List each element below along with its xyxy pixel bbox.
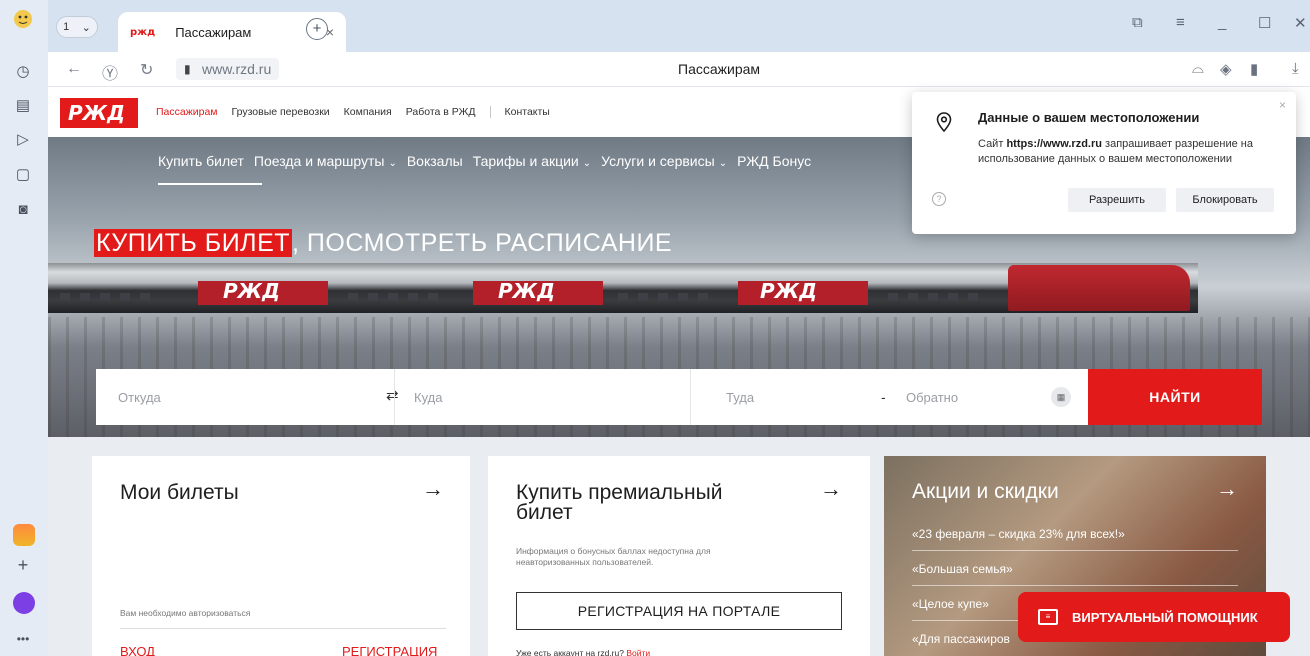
url-field[interactable]: ▮ www.rzd.ru (176, 58, 280, 80)
tab-title: Пассажирам (175, 24, 252, 40)
chevron-down-icon: ⌄ (582, 158, 592, 169)
rzd-favicon-icon: ржд (130, 26, 156, 38)
popup-title: Данные о вашем местоположении (978, 110, 1200, 125)
tab-count-button[interactable]: 1 ⌄ (56, 16, 98, 38)
location-pin-icon (936, 112, 952, 132)
from-input[interactable]: Откуда (118, 390, 161, 405)
find-button[interactable]: НАЙТИ (1088, 369, 1262, 425)
location-icon[interactable]: ◈ (1220, 60, 1232, 78)
menu-bonus[interactable]: РЖД Бонус (737, 153, 811, 169)
hero-menu: Купить билет Поезда и маршруты ⌄ Вокзалы … (158, 153, 811, 185)
calendar-icon[interactable]: ▦ (1051, 387, 1071, 407)
nav-divider (489, 106, 491, 118)
auth-required-text: Вам необходимо авторизоваться (120, 608, 251, 618)
departure-date-input[interactable]: Туда (726, 390, 754, 405)
my-tickets-title: Мои билеты (120, 481, 239, 504)
active-menu-underline (158, 183, 262, 185)
date-dash: - (881, 389, 886, 405)
swap-stations-icon[interactable]: ⇄ (386, 386, 399, 404)
my-tickets-card: Мои билеты → Вам необходимо авторизовать… (92, 456, 470, 656)
have-account-text: Уже есть аккаунт на rzd.ru? Войти (516, 648, 651, 656)
menu-stations[interactable]: Вокзалы (407, 153, 463, 169)
nav-contacts[interactable]: Контакты (505, 106, 550, 118)
tab-counter-icon[interactable]: ▢ (12, 163, 34, 185)
address-bar: ← Ⓨ ↻ ▮ www.rzd.ru Пассажирам ⌓ ◈ ▮ ⤓ (48, 52, 1310, 87)
register-portal-button[interactable]: РЕГИСТРАЦИЯ НА ПОРТАЛЕ (516, 592, 842, 630)
virtual-assistant-button[interactable]: ≡ ВИРТУАЛЬНЫЙ ПОМОЩНИК (1018, 592, 1290, 642)
alice-icon[interactable] (13, 592, 35, 614)
history-icon[interactable]: ◷ (12, 60, 34, 82)
login-inline-link[interactable]: Войти (626, 648, 650, 656)
locomotive-image (1008, 265, 1190, 311)
nav-freight[interactable]: Грузовые перевозки (232, 106, 330, 118)
incognito-icon[interactable]: ⌓ (1192, 60, 1204, 77)
bonus-info-line2: неавторизованных пользователей. (516, 557, 654, 567)
back-icon[interactable]: ← (66, 60, 82, 78)
browser-sidebar: ◷ ▤ ▷ ▢ ◙ + ••• (0, 0, 48, 656)
menu-tariffs[interactable]: Тарифы и акции ⌄ (473, 153, 591, 169)
page-info-icon[interactable]: ▮ (184, 58, 191, 80)
ticket-search-bar: Откуда ⇄ Куда Туда - Обратно ▦ НАЙТИ (96, 369, 1262, 425)
new-tab-button[interactable]: + (306, 18, 328, 40)
play-icon[interactable]: ▷ (12, 128, 34, 150)
premium-title-line1: Купить премиальный (516, 481, 723, 504)
collections-icon[interactable]: ▤ (12, 94, 34, 116)
menu-trains-routes[interactable]: Поезда и маршруты ⌄ (254, 153, 397, 169)
minimize-icon[interactable]: _ (1218, 14, 1226, 31)
to-input[interactable]: Куда (414, 390, 442, 405)
app-widget-icon[interactable] (13, 524, 35, 546)
menu-services[interactable]: Услуги и сервисы ⌄ (601, 153, 727, 169)
promo-item[interactable]: «Большая семья» (912, 562, 1013, 576)
maximize-icon[interactable]: ☐ (1258, 14, 1271, 32)
arrow-right-icon[interactable]: → (1216, 476, 1238, 502)
chevron-down-icon: ⌄ (388, 158, 397, 169)
downloads-icon[interactable]: ⤓ (1292, 60, 1299, 77)
rzd-logo[interactable]: РЖД (60, 98, 138, 128)
arrow-right-icon[interactable]: → (820, 476, 842, 502)
help-icon[interactable]: ? (932, 192, 946, 206)
hero-headline: КУПИТЬ БИЛЕТ, ПОСМОТРЕТЬ РАСПИСАНИЕ (94, 229, 673, 257)
nav-company[interactable]: Компания (344, 106, 392, 118)
popup-body: Сайт https://www.rzd.ru запрашивает разр… (978, 138, 1253, 165)
chevron-down-icon: ⌄ (718, 158, 728, 169)
window-close-icon[interactable]: ✕ (1294, 14, 1307, 32)
premium-ticket-card: Купить премиальный билет → Информация о … (488, 456, 870, 656)
address-page-title: Пассажирам (678, 61, 761, 77)
bookmark-icon[interactable]: ▮ (1250, 60, 1258, 78)
promotions-title: Акции и скидки (912, 480, 1059, 503)
menu-icon[interactable]: ≡ (1176, 14, 1185, 31)
return-date-input[interactable]: Обратно (906, 390, 958, 405)
register-link[interactable]: РЕГИСТРАЦИЯ (342, 644, 437, 656)
allow-button[interactable]: Разрешить (1068, 188, 1166, 212)
bonus-info-line1: Информация о бонусных баллах недоступна … (516, 546, 711, 556)
promo-item[interactable]: «23 февраля – скидка 23% для всех!» (912, 527, 1125, 541)
promo-item[interactable]: «Целое купе» (912, 597, 989, 611)
more-icon[interactable]: ••• (12, 628, 34, 650)
bookmarks-bar-icon[interactable]: ⧉ (1132, 14, 1143, 31)
block-button[interactable]: Блокировать (1176, 188, 1274, 212)
login-link[interactable]: ВХОД (120, 644, 155, 656)
tab-bar: 1 ⌄ ржд Пассажирам × + ⧉ ≡ _ ☐ ✕ (48, 0, 1310, 52)
promo-item[interactable]: «Для пассажиров (912, 632, 1010, 646)
reload-icon[interactable]: ↻ (140, 60, 153, 80)
profile-avatar-icon[interactable] (12, 8, 34, 30)
yandex-icon[interactable]: Ⓨ (102, 60, 118, 84)
menu-buy-ticket[interactable]: Купить билет (158, 153, 244, 169)
nav-jobs[interactable]: Работа в РЖД (406, 106, 476, 118)
add-app-icon[interactable]: + (12, 554, 34, 576)
location-permission-popup: Данные о вашем местоположении × Сайт htt… (912, 92, 1296, 234)
arrow-right-icon[interactable]: → (422, 476, 444, 502)
popup-close-icon[interactable]: × (1279, 98, 1286, 112)
premium-title-line2: билет (516, 501, 573, 524)
chat-icon: ≡ (1038, 609, 1058, 625)
chevron-down-icon: ⌄ (81, 21, 91, 34)
nav-passengers[interactable]: Пассажирам (156, 106, 218, 118)
screenshot-icon[interactable]: ◙ (12, 198, 34, 220)
